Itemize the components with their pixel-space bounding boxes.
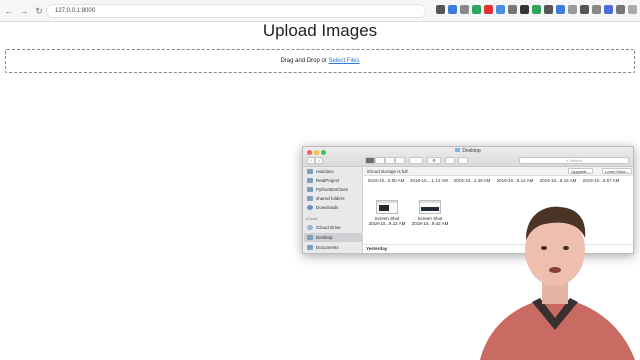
extension-icon[interactable] — [520, 5, 529, 14]
sidebar-item-label: Downloads — [316, 205, 339, 210]
downloads-icon — [307, 205, 313, 210]
sidebar-item-label: Documents — [316, 245, 339, 250]
storage-message: iCloud storage is full. — [367, 169, 409, 174]
sidebar-item-realproject[interactable]: RealProject — [307, 176, 361, 185]
extension-icon[interactable] — [604, 5, 613, 14]
finder-sidebar: realclass RealProject PythonBotClass sha… — [303, 167, 363, 253]
forward-icon[interactable]: › — [315, 157, 323, 164]
sidebar-item-label: PythonBotClass — [316, 187, 349, 192]
extension-icon[interactable] — [556, 5, 565, 14]
presenter-webcam — [480, 206, 635, 360]
sidebar-item-icloud-drive[interactable]: iCloud Drive — [307, 223, 361, 232]
screenshot-thumbnail — [419, 200, 441, 214]
reload-icon[interactable]: ↻ — [33, 5, 45, 17]
sidebar-item-desktop[interactable]: Desktop — [304, 233, 362, 242]
sidebar-item-label: iCloud Drive — [316, 225, 341, 230]
gear-icon[interactable]: ⚙ — [427, 157, 441, 164]
extension-icon[interactable] — [532, 5, 541, 14]
folder-icon — [307, 196, 313, 201]
search-input[interactable]: ⌕ Search — [519, 157, 629, 164]
finder-toolbar: ‹ › ⚙ ⌕ Search — [303, 156, 633, 167]
finder-title-text: Desktop — [462, 148, 481, 154]
forward-icon[interactable]: → — [18, 5, 30, 17]
folder-icon — [307, 187, 313, 192]
extension-icon[interactable] — [508, 5, 517, 14]
file-date: 2019-10...9.22 AM — [368, 221, 406, 226]
back-icon[interactable]: ← — [3, 5, 15, 17]
sidebar-item-downloads[interactable]: Downloads — [307, 203, 361, 212]
sidebar-item-label: Desktop — [316, 235, 333, 240]
section-label-yesterday: Yesterday — [366, 246, 388, 251]
sidebar-item-realclass[interactable]: realclass — [307, 167, 361, 176]
sidebar-item-shared-folders[interactable]: shared folders — [307, 194, 361, 203]
sidebar-item-label: shared folders — [316, 196, 345, 201]
file-date: 2019-10....1.14 AM — [409, 178, 449, 183]
file-item[interactable]: Screen Shot 2019-10...9.42 AM — [410, 200, 450, 226]
group-button[interactable] — [409, 157, 423, 164]
extensions-bar — [436, 5, 637, 14]
sidebar-item-label: RealProject — [316, 178, 340, 183]
select-files-link[interactable]: Select Files — [329, 58, 360, 64]
extension-icon[interactable] — [484, 5, 493, 14]
extension-icon[interactable] — [616, 5, 625, 14]
documents-icon — [307, 245, 313, 250]
upload-dropzone[interactable]: Drag and Drop or Select Files — [5, 49, 635, 73]
screenshot-thumbnail — [376, 200, 398, 214]
extension-icon[interactable] — [580, 5, 589, 14]
dropzone-text: Drag and Drop or — [280, 58, 329, 64]
upgrade-button[interactable]: Upgrade... — [568, 168, 593, 174]
extension-icon[interactable] — [448, 5, 457, 14]
file-date: 2019-10...9.42 AM — [411, 221, 449, 226]
address-bar[interactable]: 127.0.0.1:8000 — [46, 4, 426, 18]
file-date: 2019-10...0.50 AM — [367, 178, 405, 183]
learn-more-button[interactable]: Learn More... — [602, 168, 632, 174]
list-view-button[interactable] — [375, 157, 385, 164]
browser-toolbar: ← → ↻ 127.0.0.1:8000 — [0, 0, 640, 22]
sidebar-item-label: realclass — [316, 169, 334, 174]
extension-icon[interactable] — [496, 5, 505, 14]
extension-icon[interactable] — [472, 5, 481, 14]
tag-icon[interactable] — [458, 157, 468, 164]
extension-icon[interactable] — [544, 5, 553, 14]
share-icon[interactable] — [445, 157, 455, 164]
storage-warning: iCloud storage is full. Upgrade... Learn… — [364, 167, 633, 176]
folder-icon — [455, 148, 461, 152]
file-item[interactable]: Screen Shot 2019-10...9.22 AM — [367, 200, 407, 226]
desktop-icon — [307, 235, 313, 240]
finder-titlebar: Desktop ‹ › ⚙ ⌕ Search — [303, 147, 633, 167]
icon-view-button[interactable] — [365, 157, 375, 164]
column-view-button[interactable] — [385, 157, 395, 164]
page-title: Upload Images — [262, 21, 378, 40]
search-placeholder: Search — [569, 158, 583, 163]
sidebar-header-icloud: iCloud — [306, 216, 318, 221]
extension-icon[interactable] — [436, 5, 445, 14]
finder-title: Desktop — [303, 148, 633, 154]
extension-icon[interactable] — [628, 5, 637, 14]
extension-icon[interactable] — [460, 5, 469, 14]
cloud-icon — [307, 225, 313, 230]
extension-icon[interactable] — [568, 5, 577, 14]
back-icon[interactable]: ‹ — [307, 157, 315, 164]
folder-icon — [307, 169, 313, 174]
gallery-view-button[interactable] — [395, 157, 405, 164]
sidebar-item-documents[interactable]: Documents — [307, 243, 361, 252]
extension-icon[interactable] — [592, 5, 601, 14]
folder-icon — [307, 178, 313, 183]
sidebar-item-pythonbotclass[interactable]: PythonBotClass — [307, 185, 361, 194]
